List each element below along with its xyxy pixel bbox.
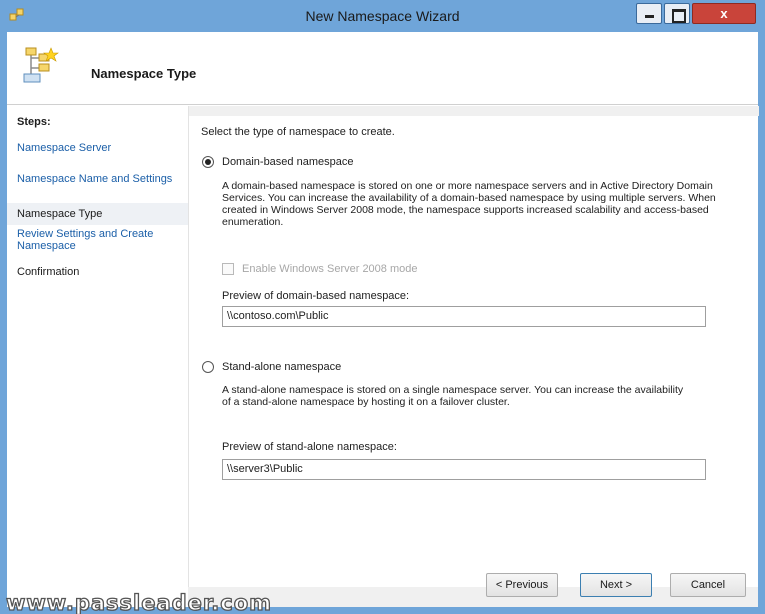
- domain-based-radio[interactable]: [202, 156, 214, 168]
- steps-panel: Steps: Namespace Server Namespace Name a…: [7, 106, 188, 607]
- previous-button[interactable]: < Previous: [486, 573, 558, 597]
- stand-alone-label[interactable]: Stand-alone namespace: [222, 361, 341, 373]
- step-namespace-server[interactable]: Namespace Server: [17, 142, 185, 154]
- domain-based-label[interactable]: Domain-based namespace: [222, 156, 353, 168]
- wizard-client: Namespace Type Steps: Namespace Server N…: [7, 32, 759, 607]
- page-title: Namespace Type: [91, 66, 197, 81]
- namespace-icon: [23, 47, 59, 83]
- content-panel: Select the type of namespace to create. …: [188, 106, 759, 607]
- stand-alone-preview-field[interactable]: \\server3\Public: [222, 459, 706, 480]
- minimize-button[interactable]: [636, 3, 662, 24]
- step-namespace-type: Namespace Type: [17, 208, 103, 220]
- stand-alone-preview-label: Preview of stand-alone namespace:: [222, 441, 397, 453]
- domain-preview-field[interactable]: \\contoso.com\Public: [222, 306, 706, 327]
- step-confirmation: Confirmation: [17, 266, 80, 278]
- content-top-strip: [189, 106, 759, 116]
- next-button[interactable]: Next >: [580, 573, 652, 597]
- maximize-button[interactable]: [664, 3, 690, 24]
- stand-alone-radio[interactable]: [202, 361, 214, 373]
- intro-text: Select the type of namespace to create.: [201, 126, 395, 138]
- domain-based-description: A domain-based namespace is stored on on…: [222, 180, 716, 228]
- step-namespace-name-settings[interactable]: Namespace Name and Settings: [17, 173, 185, 185]
- cancel-button[interactable]: Cancel: [670, 573, 746, 597]
- steps-heading: Steps:: [17, 116, 51, 128]
- step-review-settings[interactable]: Review Settings and Create Namespace: [17, 228, 177, 252]
- page-header: Namespace Type: [7, 32, 758, 105]
- stand-alone-description: A stand-alone namespace is stored on a s…: [222, 384, 684, 408]
- enable-2008-mode-checkbox: [222, 263, 234, 275]
- enable-2008-mode-label: Enable Windows Server 2008 mode: [242, 263, 418, 275]
- domain-preview-label: Preview of domain-based namespace:: [222, 290, 410, 302]
- title-bar[interactable]: New Namespace Wizard x: [0, 0, 765, 32]
- watermark: www.passleader.com: [5, 590, 273, 614]
- close-icon: x: [720, 6, 728, 21]
- close-button[interactable]: x: [692, 3, 756, 24]
